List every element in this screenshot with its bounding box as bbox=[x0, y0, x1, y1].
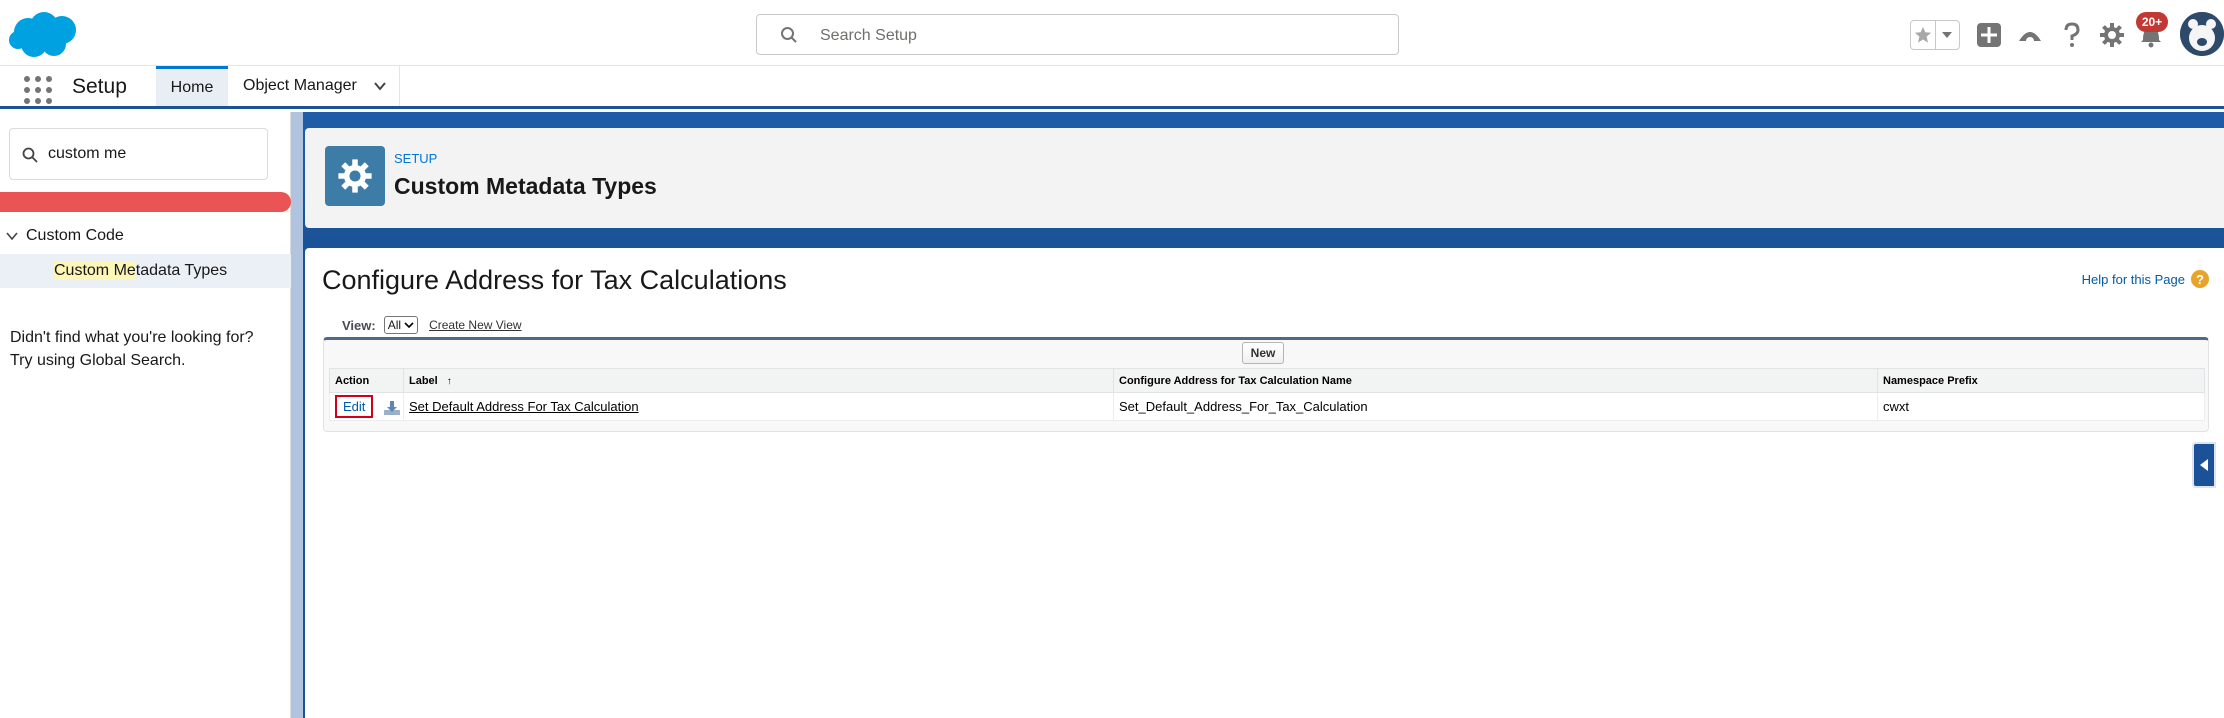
tab-home[interactable]: Home bbox=[156, 66, 228, 106]
chevron-left-icon bbox=[2200, 459, 2208, 471]
edit-link[interactable]: Edit bbox=[335, 395, 374, 418]
view-select-value: All bbox=[387, 318, 402, 332]
notification-badge: 20+ bbox=[2136, 12, 2168, 32]
tree-item-label-rest: tadata Types bbox=[135, 262, 228, 279]
plus-icon bbox=[1977, 23, 2001, 47]
search-icon bbox=[781, 27, 797, 43]
help-link-label: Help for this Page bbox=[2081, 271, 2185, 287]
setup-search-input[interactable]: Search Setup bbox=[756, 14, 1399, 55]
chevron-down-icon[interactable] bbox=[6, 230, 18, 242]
action-cell: Edit bbox=[329, 392, 404, 421]
list-title: Configure Address for Tax Calculations bbox=[322, 265, 787, 295]
view-row: View: All Create New View bbox=[342, 316, 522, 334]
gear-icon bbox=[338, 159, 372, 193]
setup-gear-button[interactable] bbox=[2095, 18, 2129, 52]
trailhead-button[interactable] bbox=[2013, 18, 2047, 52]
page-header: SETUP Custom Metadata Types bbox=[305, 128, 2224, 228]
column-header-label-text: Label bbox=[409, 374, 438, 387]
chevron-down-icon[interactable] bbox=[373, 79, 387, 93]
column-header-name[interactable]: Configure Address for Tax Calculation Na… bbox=[1113, 368, 1878, 393]
not-found-line-2: Try using Global Search. bbox=[10, 352, 186, 369]
name-cell: Set_Default_Address_For_Tax_Calculation bbox=[1113, 392, 1878, 421]
favorite-star-button[interactable] bbox=[1911, 21, 1935, 49]
favorites-group[interactable] bbox=[1910, 20, 1960, 50]
alert-bar bbox=[0, 192, 291, 212]
tree-item-custom-code[interactable]: Custom Code bbox=[0, 220, 291, 252]
tab-home-label: Home bbox=[170, 78, 214, 96]
search-icon bbox=[22, 147, 38, 163]
tab-object-manager-label: Object Manager bbox=[243, 77, 357, 94]
help-icon bbox=[2064, 22, 2080, 47]
avatar[interactable] bbox=[2180, 12, 2224, 56]
records-table: Action Label ↑ Configure Address for Tax… bbox=[329, 368, 2205, 421]
global-actions-button[interactable] bbox=[1972, 18, 2006, 52]
view-label: View: bbox=[342, 317, 376, 333]
user-avatar-icon bbox=[2180, 12, 2224, 56]
app-name: Setup bbox=[72, 75, 127, 98]
star-icon bbox=[1914, 26, 1932, 43]
label-cell: Set Default Address For Tax Calculation bbox=[403, 392, 1114, 421]
content-left-strip bbox=[291, 112, 303, 718]
chevron-down-icon bbox=[404, 322, 414, 329]
table-header-row: Action Label ↑ Configure Address for Tax… bbox=[329, 368, 2205, 393]
setup-sidebar: custom me Custom Code Custom Me tadata Ty… bbox=[0, 112, 291, 718]
help-question-icon: ? bbox=[2191, 270, 2209, 288]
column-header-namespace[interactable]: Namespace Prefix bbox=[1877, 368, 2205, 393]
search-highlight: Custom Me bbox=[54, 262, 136, 280]
favorites-list-button[interactable] bbox=[1934, 21, 1959, 49]
table-row: Edit Set Default Address For Tax Calcula… bbox=[329, 392, 2205, 421]
app-launcher-icon[interactable] bbox=[24, 76, 52, 104]
page-eyebrow: SETUP bbox=[394, 151, 438, 166]
quick-find-value: custom me bbox=[48, 145, 127, 162]
tree-item-custom-metadata-types[interactable]: Custom Me tadata Types bbox=[0, 254, 291, 288]
list-view-block: New Action Label ↑ Configure Address for… bbox=[323, 337, 2209, 432]
search-placeholder: Search Setup bbox=[820, 27, 917, 44]
sort-ascending-icon: ↑ bbox=[446, 375, 452, 387]
create-new-view-link[interactable]: Create New View bbox=[429, 318, 521, 332]
download-icon[interactable] bbox=[383, 400, 401, 416]
view-select[interactable]: All bbox=[383, 316, 419, 334]
trailhead-icon bbox=[2019, 32, 2041, 45]
app-nav-bar: Setup Home Object Manager bbox=[0, 66, 2224, 109]
content-card: Configure Address for Tax Calculations H… bbox=[305, 248, 2224, 718]
chevron-down-icon bbox=[1942, 32, 1953, 38]
help-button[interactable] bbox=[2055, 18, 2089, 52]
page-title: Custom Metadata Types bbox=[394, 173, 657, 199]
new-button[interactable]: New bbox=[1242, 342, 1284, 364]
help-link[interactable]: Help for this Page ? bbox=[2082, 270, 2209, 288]
namespace-cell: cwxt bbox=[1877, 392, 2205, 421]
main-content: SETUP Custom Metadata Types Configure Ad… bbox=[291, 112, 2224, 718]
gear-icon bbox=[2100, 23, 2124, 47]
column-header-label[interactable]: Label ↑ bbox=[403, 368, 1114, 393]
not-found-message: Didn't find what you're looking for? Try… bbox=[10, 326, 280, 372]
not-found-line-1: Didn't find what you're looking for? bbox=[10, 329, 254, 346]
quick-find-input[interactable]: custom me bbox=[9, 128, 268, 180]
salesforce-cloud-logo[interactable] bbox=[8, 10, 80, 60]
tree-item-custom-code-label: Custom Code bbox=[26, 227, 124, 244]
global-header: Search Setup 20+ bbox=[0, 0, 2224, 66]
column-header-action: Action bbox=[329, 368, 404, 393]
record-label-link[interactable]: Set Default Address For Tax Calculation bbox=[409, 399, 639, 414]
panel-toggle-button[interactable] bbox=[2192, 442, 2216, 488]
tab-object-manager[interactable]: Object Manager bbox=[228, 66, 400, 106]
setup-tile-icon bbox=[325, 146, 385, 206]
